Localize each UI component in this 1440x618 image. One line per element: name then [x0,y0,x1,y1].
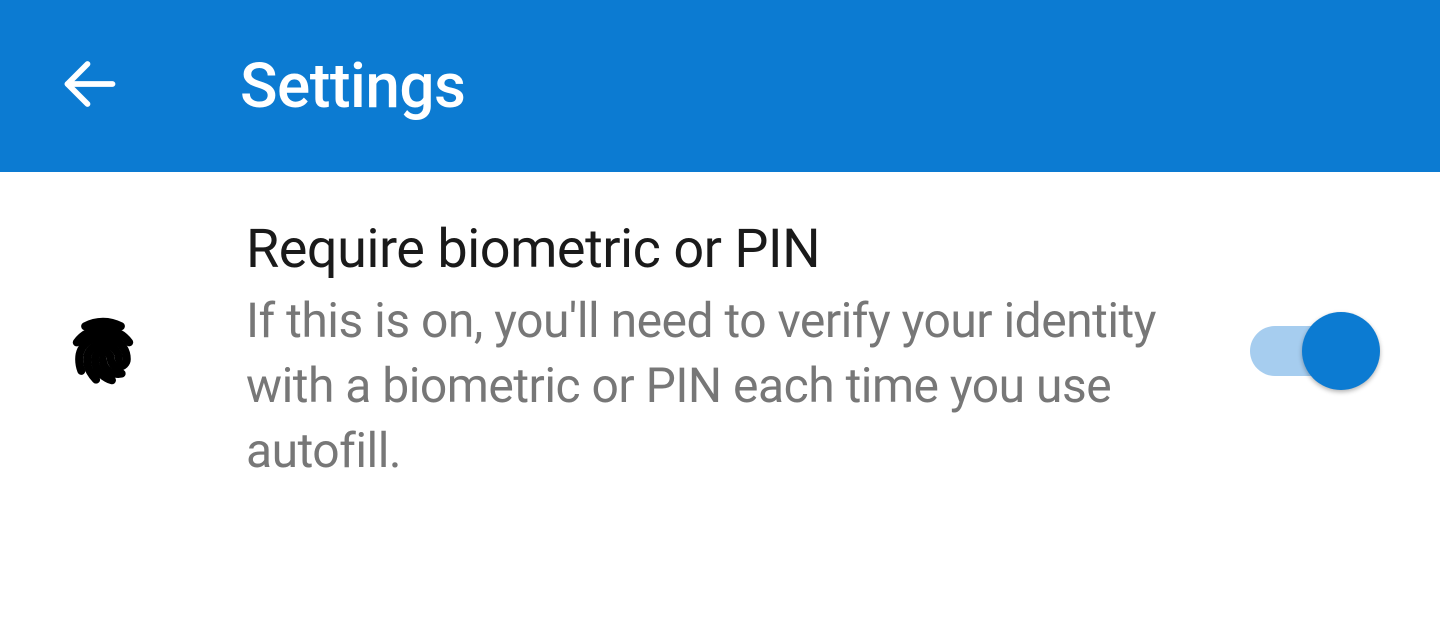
toggle-thumb [1302,312,1380,390]
setting-title: Require biometric or PIN [246,218,1210,281]
back-button[interactable] [60,54,120,118]
fingerprint-icon [60,308,146,394]
setting-text-container: Require biometric or PIN If this is on, … [246,218,1250,483]
app-header: Settings [0,0,1440,172]
setting-biometric-pin[interactable]: Require biometric or PIN If this is on, … [0,172,1440,483]
setting-description: If this is on, you'll need to verify you… [246,289,1210,483]
page-title: Settings [240,50,465,123]
arrow-left-icon [60,54,120,118]
biometric-toggle[interactable] [1250,311,1380,391]
